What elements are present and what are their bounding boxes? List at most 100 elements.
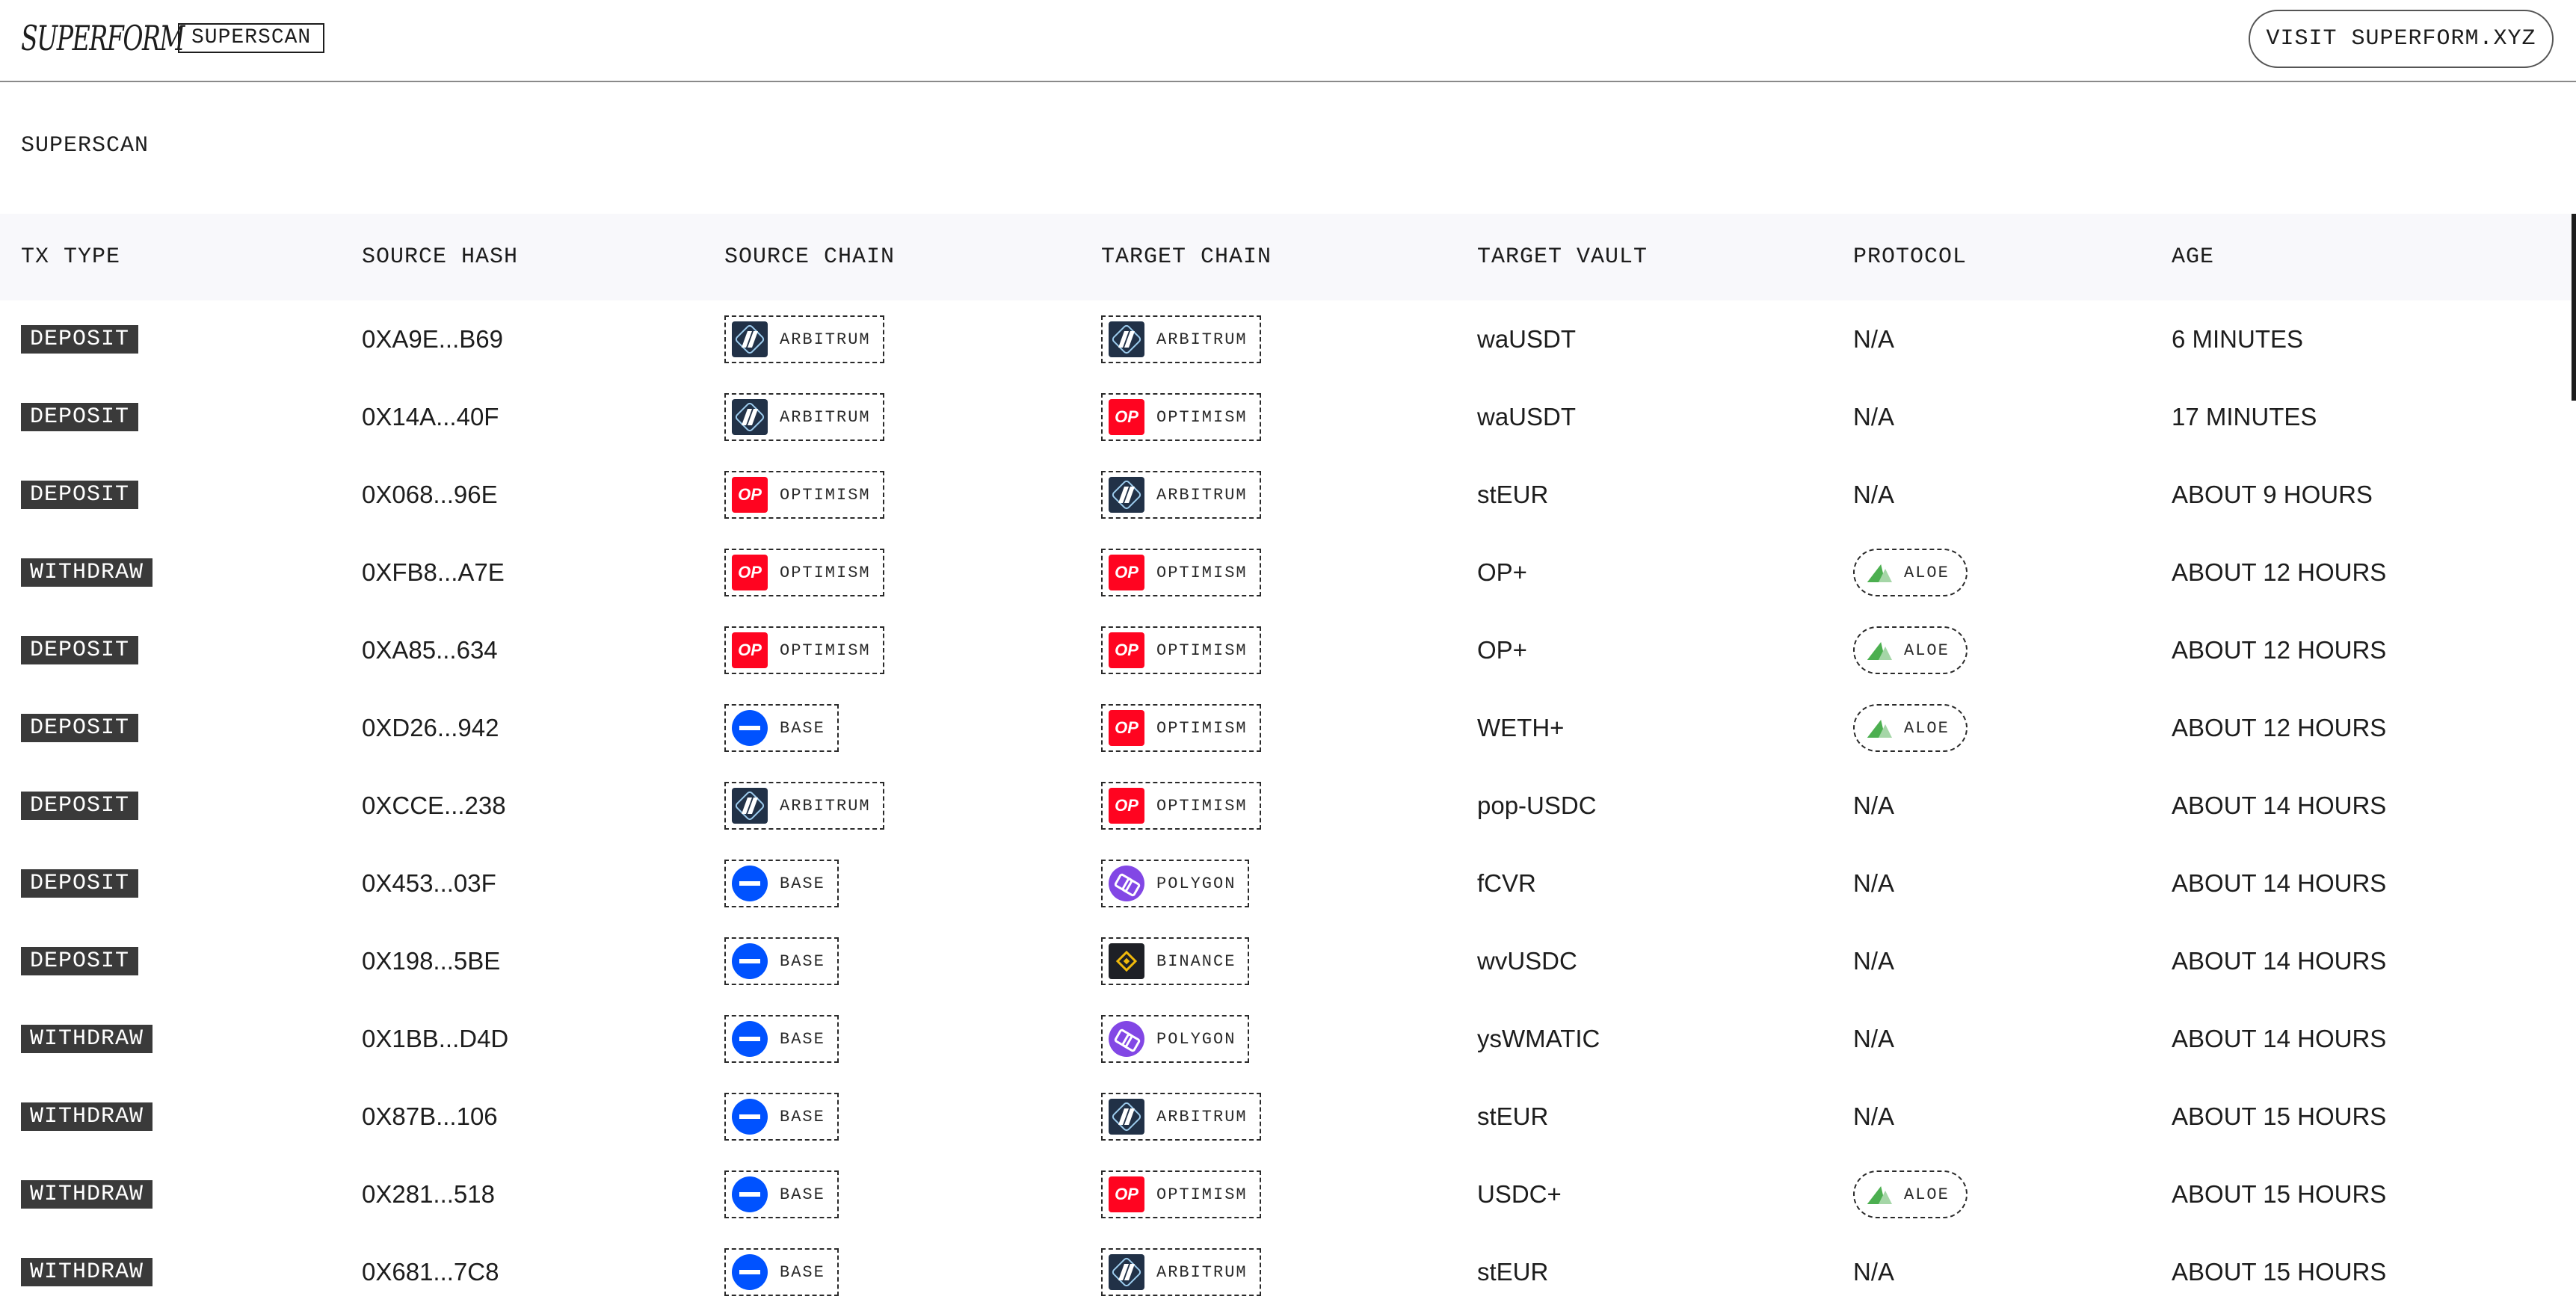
source-chain-badge[interactable]: BASE (724, 860, 839, 907)
column-header-target-chain: TARGET CHAIN (1101, 244, 1272, 270)
tx-age: ABOUT 12 HOURS (2172, 714, 2387, 741)
source-hash-link[interactable]: 0X14A...40F (362, 403, 499, 431)
source-hash-link[interactable]: 0X87B...106 (362, 1102, 498, 1131)
table-row[interactable]: DEPOSIT 0XCCE...238 ARBITRUM OP OPTIMISM pop-… (0, 767, 2576, 845)
protocol-value: N/A (1853, 869, 1895, 897)
target-chain-badge[interactable]: POLYGON (1101, 860, 1250, 907)
chain-name: ARBITRUM (1156, 330, 1248, 349)
source-hash-link[interactable]: 0X068...96E (362, 481, 498, 509)
tx-type-badge: WITHDRAW (21, 1025, 153, 1053)
protocol-badge[interactable]: ALOE (1853, 1170, 1968, 1218)
target-chain-badge[interactable]: ARBITRUM (1101, 1248, 1261, 1296)
source-chain-badge[interactable]: BASE (724, 1170, 839, 1218)
source-hash-link[interactable]: 0XCCE...238 (362, 792, 506, 820)
source-chain-badge[interactable]: ARBITRUM (724, 393, 884, 441)
target-chain-badge[interactable]: OP OPTIMISM (1101, 704, 1261, 752)
table-row[interactable]: DEPOSIT 0X198...5BE BASE BINANCE wvUSDC N/A AB… (0, 922, 2576, 1000)
source-hash-link[interactable]: 0XA85...634 (362, 636, 498, 664)
source-chain-badge[interactable]: ARBITRUM (724, 782, 884, 830)
source-chain-badge[interactable]: BASE (724, 1015, 839, 1063)
source-hash-link[interactable]: 0X198...5BE (362, 947, 500, 975)
table-row[interactable]: WITHDRAW 0XFB8...A7E OP OPTIMISM OP OPTIMISM O… (0, 534, 2576, 611)
table-row[interactable]: WITHDRAW 0X681...7C8 BASE ARBITRUM stEUR N/A A… (0, 1233, 2576, 1311)
target-chain-badge[interactable]: POLYGON (1101, 1015, 1250, 1063)
source-chain-badge[interactable]: BASE (724, 1248, 839, 1296)
column-header-age: AGE (2172, 244, 2215, 270)
source-hash-link[interactable]: 0X1BB...D4D (362, 1025, 508, 1053)
tx-type-badge: WITHDRAW (21, 1102, 153, 1131)
tx-type-badge: DEPOSIT (21, 636, 139, 664)
target-chain-badge[interactable]: OP OPTIMISM (1101, 393, 1261, 441)
source-hash-link[interactable]: 0XD26...942 (362, 714, 499, 742)
tx-age: ABOUT 14 HOURS (2172, 869, 2387, 897)
table-row[interactable]: WITHDRAW 0X1BB...D4D BASE POLYGON ysWMATIC N/… (0, 1000, 2576, 1078)
target-chain-badge[interactable]: OP OPTIMISM (1101, 1170, 1261, 1218)
source-chain-badge[interactable]: ARBITRUM (724, 315, 884, 363)
chain-name: OPTIMISM (780, 563, 871, 582)
tx-age: ABOUT 14 HOURS (2172, 1025, 2387, 1052)
chain-name: OPTIMISM (1156, 563, 1248, 582)
tx-age: ABOUT 15 HOURS (2172, 1180, 2387, 1208)
chain-name: OPTIMISM (1156, 718, 1248, 738)
page-title: SUPERSCAN (21, 133, 150, 158)
target-vault: WETH+ (1477, 714, 1565, 741)
arbitrum-icon (1109, 477, 1144, 513)
optimism-icon: OP (1109, 399, 1144, 435)
tx-type-badge: DEPOSIT (21, 325, 139, 354)
column-header-protocol: PROTOCOL (1853, 244, 1968, 270)
transactions-table: TX TYPE SOURCE HASH SOURCE CHAIN TARGET … (0, 214, 2576, 1311)
source-chain-badge[interactable]: OP OPTIMISM (724, 471, 884, 519)
visit-superform-button[interactable]: VISIT SUPERFORM.XYZ (2249, 10, 2554, 68)
chain-name: ARBITRUM (1156, 485, 1248, 505)
aloe-icon (1868, 561, 1894, 584)
tx-age: ABOUT 12 HOURS (2172, 636, 2387, 664)
source-hash-link[interactable]: 0X281...518 (362, 1180, 495, 1209)
target-vault: ysWMATIC (1477, 1025, 1600, 1052)
aloe-icon (1868, 639, 1894, 661)
optimism-icon: OP (732, 555, 768, 590)
polygon-icon (1109, 866, 1144, 901)
chain-name: ARBITRUM (1156, 1262, 1248, 1282)
protocol-value: N/A (1853, 1025, 1895, 1052)
table-row[interactable]: WITHDRAW 0X281...518 BASE OP OPTIMISM USDC+ AL… (0, 1156, 2576, 1233)
source-hash-link[interactable]: 0XFB8...A7E (362, 558, 505, 587)
source-hash-link[interactable]: 0XA9E...B69 (362, 325, 503, 354)
target-chain-badge[interactable]: ARBITRUM (1101, 1093, 1261, 1141)
base-icon (732, 943, 768, 979)
target-chain-badge[interactable]: BINANCE (1101, 937, 1250, 985)
source-hash-link[interactable]: 0X453...03F (362, 869, 496, 898)
table-row[interactable]: DEPOSIT 0XA85...634 OP OPTIMISM OP OPTIMISM OP… (0, 611, 2576, 689)
target-vault: waUSDT (1477, 403, 1577, 431)
arbitrum-icon (732, 321, 768, 357)
source-chain-badge[interactable]: OP OPTIMISM (724, 549, 884, 596)
target-chain-badge[interactable]: ARBITRUM (1101, 315, 1261, 363)
source-hash-link[interactable]: 0X681...7C8 (362, 1258, 499, 1286)
target-chain-badge[interactable]: OP OPTIMISM (1101, 782, 1261, 830)
table-row[interactable]: DEPOSIT 0X453...03F BASE POLYGON fCVR N/A ABOU… (0, 845, 2576, 922)
tx-type-badge: DEPOSIT (21, 947, 139, 975)
source-chain-badge[interactable]: BASE (724, 704, 839, 752)
source-chain-badge[interactable]: OP OPTIMISM (724, 626, 884, 674)
target-chain-badge[interactable]: ARBITRUM (1101, 471, 1261, 519)
target-vault: waUSDT (1477, 325, 1577, 353)
protocol-name: ALOE (1904, 641, 1950, 660)
source-chain-badge[interactable]: BASE (724, 1093, 839, 1141)
chain-name: BASE (780, 718, 825, 738)
target-vault: stEUR (1477, 1258, 1549, 1286)
target-vault: OP+ (1477, 636, 1527, 664)
target-chain-badge[interactable]: OP OPTIMISM (1101, 549, 1261, 596)
table-row[interactable]: DEPOSIT 0XA9E...B69 ARBITRUM ARBITRUM waUSDT… (0, 300, 2576, 378)
protocol-badge[interactable]: ALOE (1853, 549, 1968, 596)
protocol-badge[interactable]: ALOE (1853, 626, 1968, 674)
table-row[interactable]: DEPOSIT 0X068...96E OP OPTIMISM ARBITRUM stEU… (0, 456, 2576, 534)
table-row[interactable]: DEPOSIT 0X14A...40F ARBITRUM OP OPTIMISM waUS… (0, 378, 2576, 456)
target-chain-badge[interactable]: OP OPTIMISM (1101, 626, 1261, 674)
source-chain-badge[interactable]: BASE (724, 937, 839, 985)
table-row[interactable]: WITHDRAW 0X87B...106 BASE ARBITRUM stEUR N/A A… (0, 1078, 2576, 1156)
polygon-icon (1109, 1021, 1144, 1057)
protocol-badge[interactable]: ALOE (1853, 704, 1968, 752)
superform-logo[interactable]: SUPERFORM (21, 16, 185, 60)
protocol-name: ALOE (1904, 1185, 1950, 1204)
table-row[interactable]: DEPOSIT 0XD26...942 BASE OP OPTIMISM WETH+ ALO… (0, 689, 2576, 767)
protocol-value: N/A (1853, 1102, 1895, 1130)
